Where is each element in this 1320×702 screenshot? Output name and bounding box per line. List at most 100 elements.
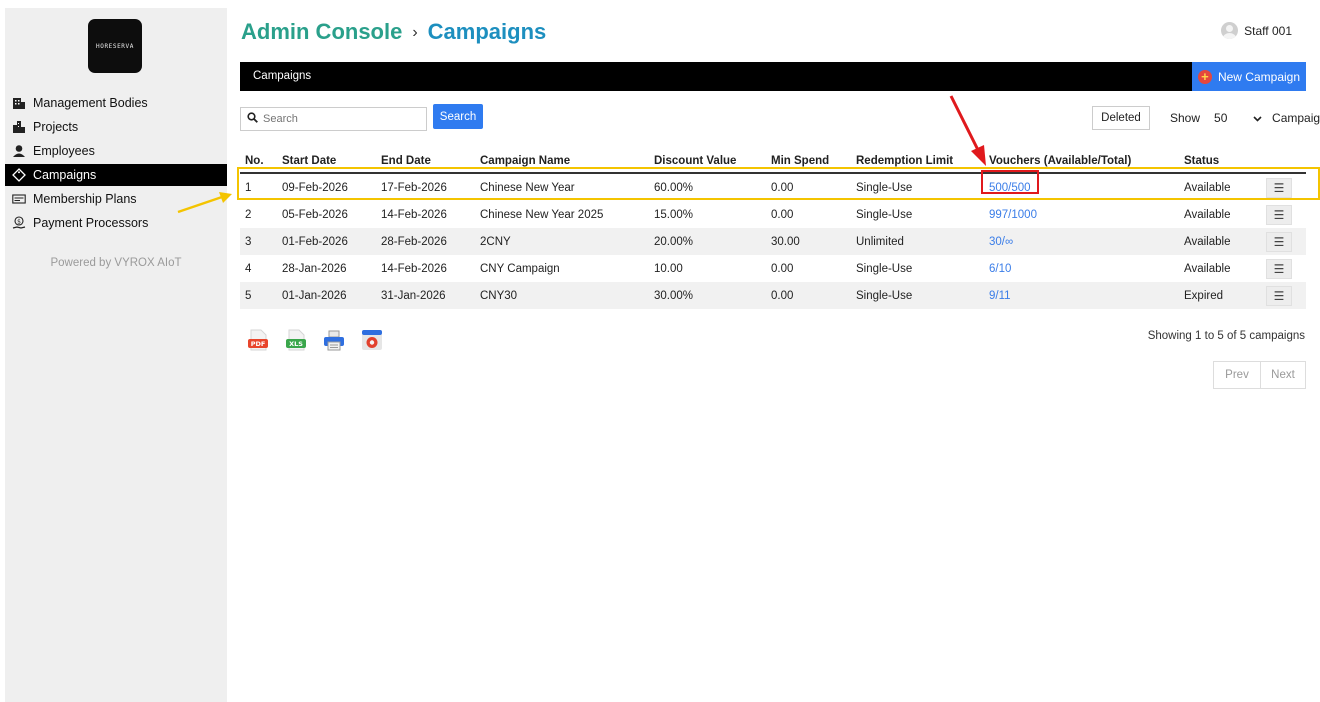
cell-start-date: 28-Jan-2026 — [282, 262, 347, 275]
employee-icon — [12, 144, 26, 158]
column-header-end-date[interactable]: End Date — [376, 150, 475, 174]
cell-min-spend: 0.00 — [771, 262, 794, 275]
sidebar-item-label: Campaigns — [33, 168, 97, 182]
cell-redemption-limit: Single-Use — [856, 262, 913, 275]
vouchers-link[interactable]: 997/1000 — [984, 201, 1179, 228]
svg-text:$: $ — [17, 218, 21, 225]
user-menu[interactable]: Staff 001 — [1221, 22, 1292, 39]
column-header-vouchers[interactable]: Vouchers (Available/Total) — [984, 150, 1179, 174]
cell-redemption-limit: Single-Use — [856, 208, 913, 221]
vouchers-link[interactable]: 30/∞ — [984, 228, 1179, 255]
settings-icon[interactable] — [361, 328, 383, 352]
search-field[interactable] — [240, 107, 427, 131]
plus-icon: + — [1197, 69, 1212, 84]
next-button[interactable]: Next — [1261, 361, 1306, 389]
page-title: Admin Console › Campaigns — [241, 19, 546, 45]
row-menu-button[interactable]: ☰ — [1266, 204, 1292, 225]
table-row[interactable]: 4 28-Jan-2026 14-Feb-2026 CNY Campaign 1… — [240, 255, 1306, 282]
section-bar: Campaigns + New Campaign — [240, 62, 1306, 91]
cell-start-date: 01-Jan-2026 — [277, 282, 376, 309]
print-icon[interactable] — [323, 328, 345, 352]
sidebar-item-campaigns[interactable]: Campaigns — [5, 164, 227, 186]
row-menu-button[interactable]: ☰ — [1266, 258, 1292, 279]
table-row[interactable]: 1 09-Feb-2026 17-Feb-2026 Chinese New Ye… — [240, 173, 1306, 201]
sidebar-item-label: Membership Plans — [33, 192, 137, 206]
column-header-start-date[interactable]: Start Date — [277, 150, 376, 174]
table-row[interactable]: 3 01-Feb-2026 28-Feb-2026 2CNY 20.00% 30… — [240, 228, 1306, 255]
cell-no: 1 — [240, 173, 277, 201]
cell-min-spend: 0.00 — [771, 208, 794, 221]
campaigns-table: No. Start Date End Date Campaign Name Di… — [240, 150, 1306, 309]
column-header-min-spend[interactable]: Min Spend — [766, 150, 851, 174]
vouchers-link[interactable]: 9/11 — [984, 282, 1179, 309]
cell-campaign-name: Chinese New Year — [475, 173, 649, 201]
column-header-no[interactable]: No. — [240, 150, 277, 174]
vouchers-link[interactable]: 6/10 — [984, 255, 1179, 282]
powered-by-text: Powered by VYROX AIoT — [50, 257, 182, 269]
sidebar-item-membership-plans[interactable]: Membership Plans — [5, 188, 227, 210]
cell-end-date: 14-Feb-2026 — [381, 208, 447, 221]
pagination-summary: Showing 1 to 5 of 5 campaigns — [1147, 330, 1305, 342]
new-campaign-label: New Campaign — [1217, 69, 1301, 84]
sidebar-item-label: Projects — [33, 120, 79, 134]
pagination: Prev Next — [1213, 361, 1306, 389]
column-header-campaign-name[interactable]: Campaign Name — [475, 150, 649, 174]
cell-start-date: 05-Feb-2026 — [282, 208, 348, 221]
cell-status: Available — [1184, 208, 1231, 221]
brand-logo[interactable]: HORESERVA — [88, 19, 142, 73]
cell-start-date: 01-Feb-2026 — [277, 228, 376, 255]
section-title: Campaigns — [253, 70, 312, 82]
app-title: Admin Console — [241, 19, 403, 44]
cell-actions: ☰ — [1261, 282, 1306, 309]
new-campaign-button[interactable]: + New Campaign — [1192, 62, 1306, 91]
sidebar-item-employees[interactable]: Employees — [5, 140, 227, 162]
avatar — [1221, 22, 1239, 39]
city-icon — [12, 120, 26, 134]
cell-discount-value: 30.00% — [649, 282, 766, 309]
money-hand-icon: $ — [12, 216, 26, 230]
table-header-row: No. Start Date End Date Campaign Name Di… — [240, 150, 1306, 174]
export-xls-icon[interactable]: XLS — [285, 328, 307, 352]
cell-campaign-name: 2CNY — [475, 228, 649, 255]
sidebar-item-payment-processors[interactable]: $ Payment Processors — [5, 212, 227, 234]
page-size-control: Show 50 Campaign — [1170, 108, 1320, 128]
sidebar-item-projects[interactable]: Projects — [5, 116, 227, 138]
cell-actions: ☰ — [1261, 255, 1306, 282]
cell-no: 3 — [240, 228, 277, 255]
search-input[interactable] — [261, 112, 425, 126]
column-header-redemption-limit[interactable]: Redemption Limit — [851, 150, 984, 174]
breadcrumb-chevron-icon: › — [412, 24, 418, 41]
cell-end-date: 31-Jan-2026 — [376, 282, 475, 309]
cell-no: 2 — [245, 208, 252, 221]
table-row[interactable]: 2 05-Feb-2026 14-Feb-2026 Chinese New Ye… — [240, 201, 1306, 228]
prev-button[interactable]: Prev — [1213, 361, 1261, 389]
row-menu-button[interactable]: ☰ — [1266, 231, 1292, 252]
deleted-button[interactable]: Deleted — [1092, 106, 1150, 130]
row-menu-button[interactable]: ☰ — [1266, 177, 1292, 198]
vouchers-link[interactable]: 500/500 — [984, 173, 1179, 201]
cell-redemption-limit: Unlimited — [851, 228, 984, 255]
sidebar-item-management-bodies[interactable]: Management Bodies — [5, 92, 227, 114]
column-header-discount-value[interactable]: Discount Value — [649, 150, 766, 174]
xls-label: XLS — [289, 340, 303, 348]
cell-redemption-limit: Single-Use — [851, 173, 984, 201]
cell-discount-value: 20.00% — [649, 228, 766, 255]
row-menu-button[interactable]: ☰ — [1266, 285, 1292, 306]
cell-min-spend: 30.00 — [766, 228, 851, 255]
cell-no: 4 — [245, 262, 252, 275]
column-header-status[interactable]: Status — [1179, 150, 1261, 174]
cell-status: Available — [1179, 173, 1261, 201]
cell-end-date: 17-Feb-2026 — [376, 173, 475, 201]
search-button[interactable]: Search — [433, 104, 483, 129]
breadcrumb-current[interactable]: Campaigns — [428, 19, 547, 44]
logo-text: HORESERVA — [96, 42, 134, 50]
sidebar-item-label: Management Bodies — [33, 96, 148, 110]
sidebar-item-label: Employees — [33, 144, 95, 158]
building-icon — [12, 96, 26, 110]
page-size-select[interactable]: 50 — [1208, 108, 1266, 128]
column-header-actions — [1261, 150, 1306, 174]
export-pdf-icon[interactable]: PDF — [247, 328, 269, 352]
table-row[interactable]: 5 01-Jan-2026 31-Jan-2026 CNY30 30.00% 0… — [240, 282, 1306, 309]
card-icon — [12, 192, 26, 206]
cell-actions: ☰ — [1261, 173, 1306, 201]
